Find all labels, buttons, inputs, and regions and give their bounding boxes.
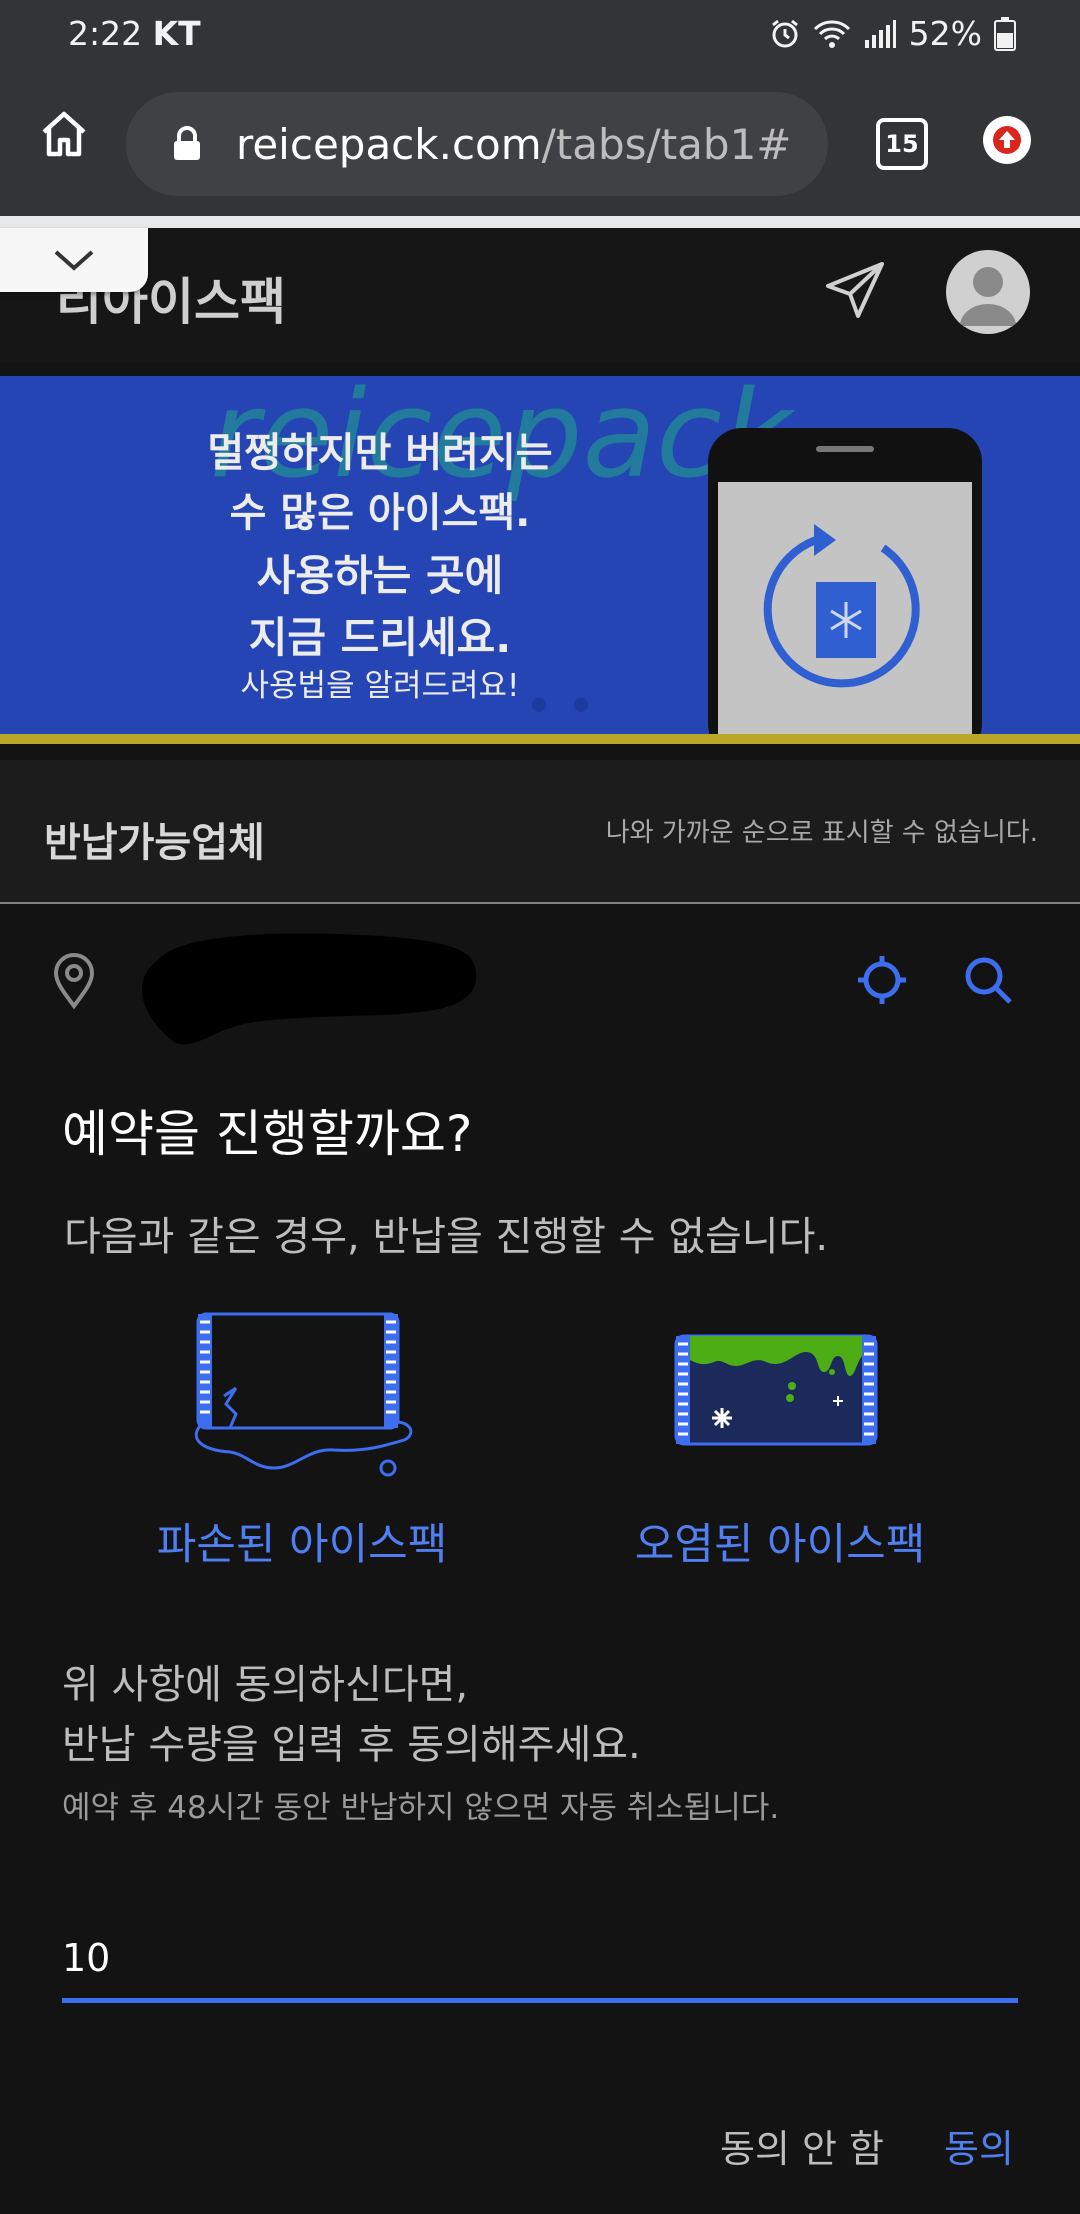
url-text: reicepack.com/tabs/tab1# — [236, 120, 791, 169]
arrow-up-icon — [993, 126, 1021, 154]
quantity-input[interactable] — [62, 1918, 1018, 2003]
contaminated-icepack-icon — [674, 1334, 878, 1446]
phone-screen — [718, 482, 972, 744]
recycle-icepack-icon — [763, 524, 920, 688]
signal-icon — [864, 19, 896, 48]
cancellation-note: 예약 후 48시간 동안 반납하지 않으면 자동 취소됩니다. — [62, 1790, 780, 1826]
carousel-dot[interactable] — [532, 698, 546, 712]
promo-banner[interactable]: reicepack 멀쩡하지만 버려지는 수 많은 아이스팩. 사용하는 곳에 … — [0, 376, 1080, 744]
damaged-icepack-icon — [194, 1312, 413, 1477]
banner-line: 지금 드리세요. — [248, 613, 512, 662]
agree-instruction: 반납 수량을 입력 후 동의해주세요. — [62, 1722, 641, 1768]
phone-illustration — [708, 428, 982, 744]
banner-line: 멀쩡하지만 버려지는 — [207, 430, 553, 476]
banner-line: 수 많은 아이스팩. — [229, 490, 531, 536]
disagree-button[interactable]: 동의 안 함 — [720, 2118, 884, 2173]
tab-switcher-button[interactable]: 15 — [876, 118, 928, 170]
banner-line: 사용법을 알려드려요! — [240, 668, 520, 704]
agree-instruction: 위 사항에 동의하신다면, — [62, 1662, 469, 1708]
carousel-dot[interactable] — [574, 698, 588, 712]
returnable-header: 반납가능업체 나와 가까운 순으로 표시할 수 없습니다. — [0, 760, 1080, 904]
alarm-icon — [771, 19, 798, 47]
url-host: reicepack.com — [236, 120, 542, 169]
lock-icon — [174, 126, 200, 160]
status-icons: 52% — [769, 14, 1016, 53]
address-bar[interactable]: reicepack.com/tabs/tab1# — [126, 92, 828, 196]
status-time: 2:22 KT — [68, 14, 201, 53]
contaminated-label: 오염된 아이스팩 — [634, 1520, 926, 1570]
dialog-title: 예약을 진행할까요? — [62, 1105, 473, 1163]
url-path: /tabs/tab1# — [541, 120, 792, 169]
banner-stripe — [0, 734, 1080, 744]
send-icon[interactable] — [824, 258, 888, 322]
tab-count: 15 — [885, 130, 919, 158]
home-icon[interactable] — [38, 108, 90, 160]
status-bar: 2:22 KT 52% — [0, 0, 1080, 74]
menu-update-button[interactable] — [983, 116, 1031, 164]
user-icon — [960, 267, 1016, 326]
avatar[interactable] — [946, 250, 1030, 334]
crosshair-icon[interactable] — [856, 954, 908, 1006]
app-header: 리아이스팩 — [0, 228, 1080, 362]
header-divider — [0, 216, 1080, 228]
wifi-icon — [813, 19, 850, 48]
redacted-address — [142, 933, 477, 1045]
search-icon[interactable] — [962, 954, 1014, 1006]
carrier: KT — [152, 14, 201, 53]
collapse-button[interactable] — [0, 228, 148, 292]
section-title: 반납가능업체 — [44, 820, 265, 866]
agree-button[interactable]: 동의 — [944, 2118, 1014, 2173]
chevron-down-icon — [54, 250, 94, 271]
section-note: 나와 가까운 순으로 표시할 수 없습니다. — [605, 818, 1038, 848]
browser-toolbar: reicepack.com/tabs/tab1# 15 — [0, 74, 1080, 216]
battery-icon — [994, 16, 1016, 51]
clock: 2:22 — [68, 14, 143, 53]
phone-speaker — [816, 446, 874, 452]
dialog-subtitle: 다음과 같은 경우, 반납을 진행할 수 없습니다. — [64, 1214, 829, 1260]
battery-percent: 52% — [908, 14, 982, 53]
banner-line: 사용하는 곳에 — [256, 551, 504, 600]
location-pin-icon — [53, 953, 95, 1010]
